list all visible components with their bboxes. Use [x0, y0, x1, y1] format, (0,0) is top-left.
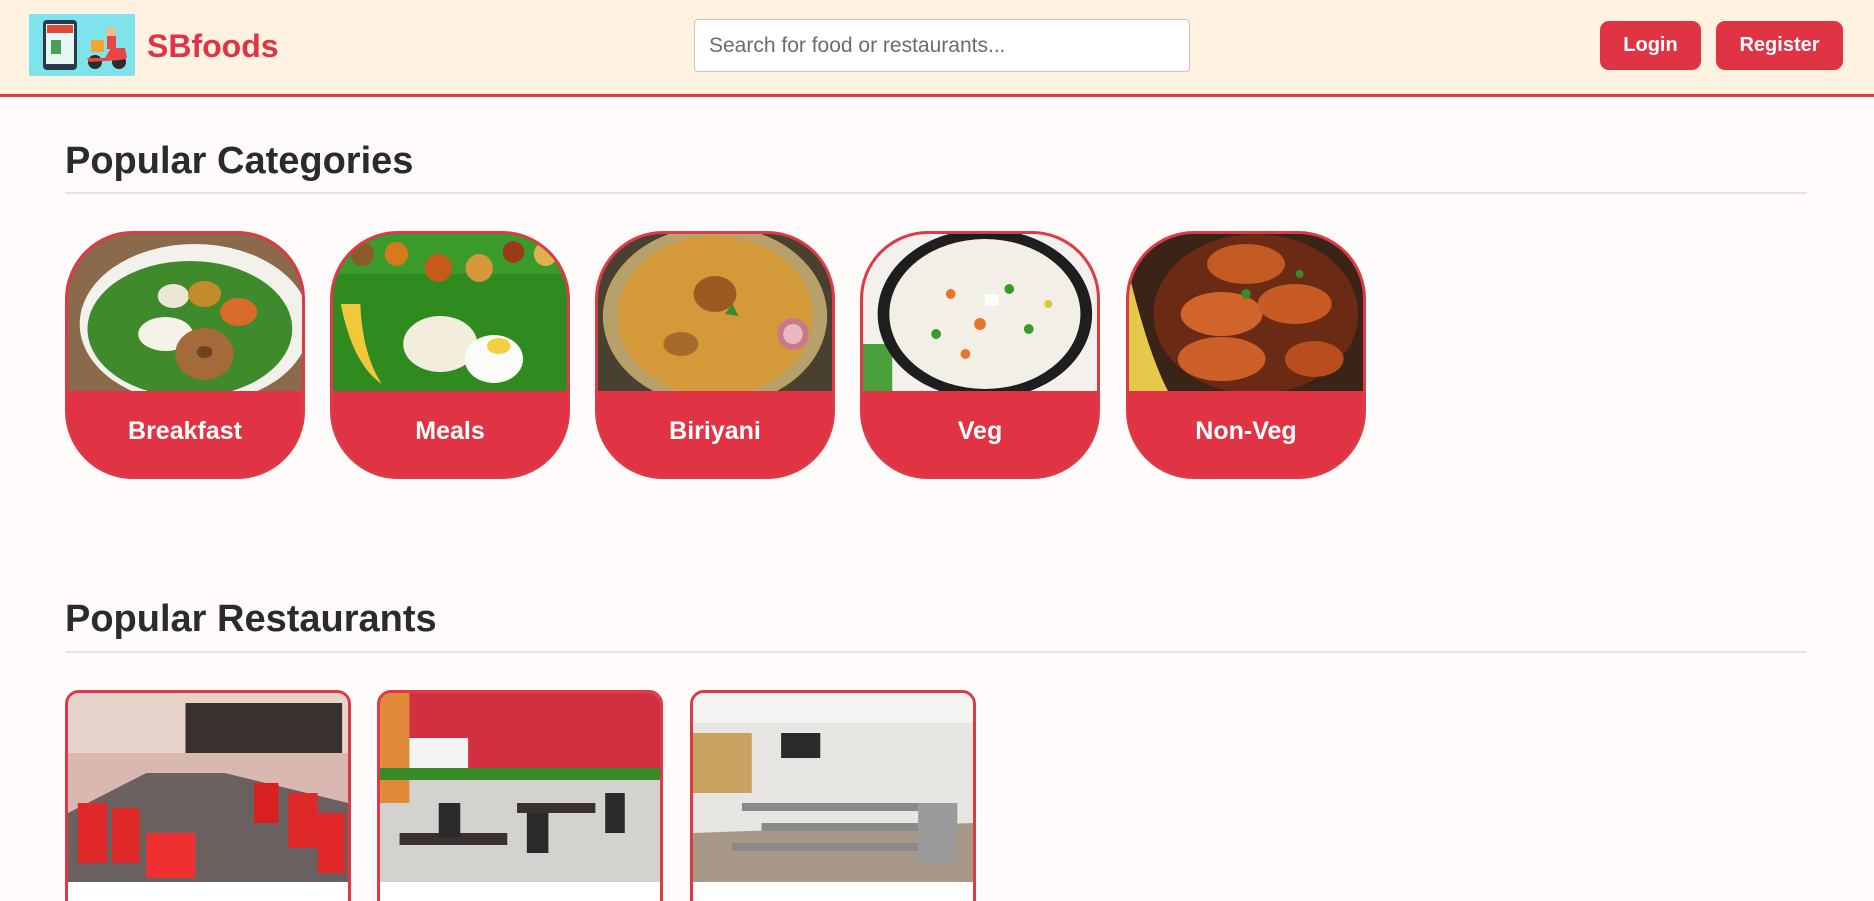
category-label: Veg [957, 416, 1003, 445]
category-label: Biriyani [669, 416, 761, 445]
category-card-veg[interactable]: Veg [860, 231, 1100, 479]
biriyani-image [598, 234, 832, 391]
logo-icon[interactable] [29, 14, 135, 76]
meals-image [333, 234, 567, 391]
restaurant-image [380, 693, 660, 882]
top-navbar: SBfoods Login Register [0, 0, 1874, 97]
category-label: Breakfast [128, 416, 242, 445]
register-button[interactable]: Register [1716, 21, 1843, 70]
brand-name[interactable]: SBfoods [147, 28, 279, 65]
category-card-biriyani[interactable]: Biriyani [595, 231, 835, 479]
restaurant-card[interactable] [65, 690, 351, 901]
category-card-breakfast[interactable]: Breakfast [65, 231, 305, 479]
restaurant-card[interactable] [690, 690, 976, 901]
category-card-non-veg[interactable]: Non-Veg [1126, 231, 1366, 479]
category-label: Non-Veg [1195, 416, 1297, 445]
category-card-meals[interactable]: Meals [330, 231, 570, 479]
non-veg-image [1129, 234, 1363, 391]
login-button[interactable]: Login [1600, 21, 1701, 70]
categories-section-title: Popular Categories [65, 140, 414, 182]
restaurant-image [68, 693, 348, 882]
category-label: Meals [415, 416, 485, 445]
search-input[interactable] [694, 19, 1190, 72]
restaurants-section-title: Popular Restaurants [65, 598, 437, 640]
section-divider [65, 651, 1807, 653]
breakfast-image [68, 234, 302, 391]
restaurant-image [693, 693, 973, 882]
restaurant-card[interactable] [377, 690, 663, 901]
veg-image [863, 234, 1097, 391]
section-divider [65, 192, 1807, 194]
